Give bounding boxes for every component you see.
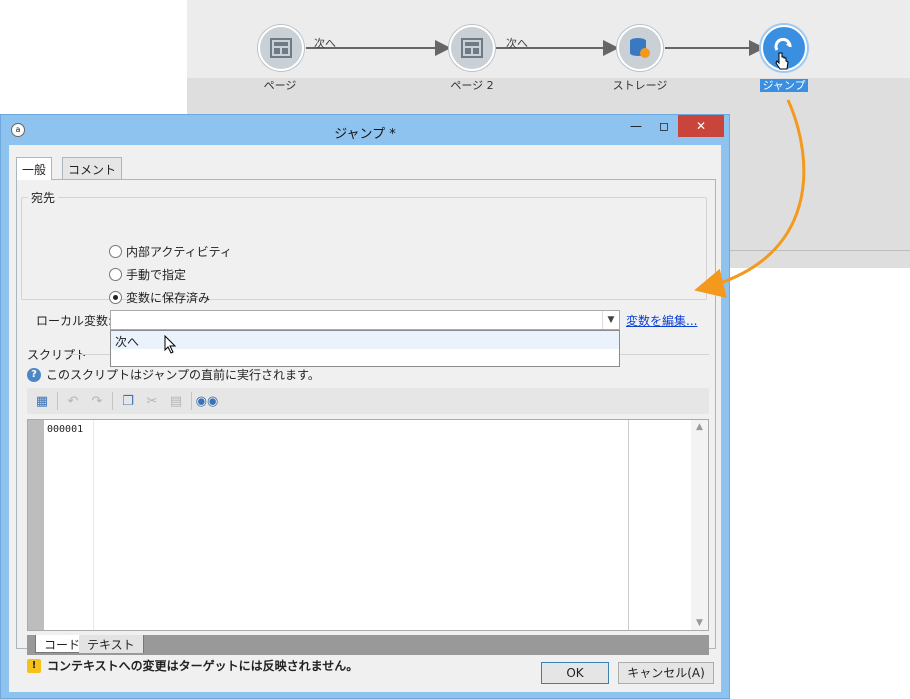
node-page-2[interactable] — [449, 25, 495, 71]
radio-button[interactable] — [109, 245, 122, 258]
radio-internal-activity[interactable]: 内部アクティビティ — [109, 243, 232, 260]
vertical-scrollbar[interactable]: ▲ ▼ — [691, 420, 708, 630]
radio-label: 変数に保存済み — [126, 291, 211, 305]
warning-icon: ! — [27, 658, 41, 673]
dropdown-option-next[interactable]: 次へ — [111, 331, 619, 349]
editor-right-margin — [628, 420, 629, 630]
tab-text[interactable]: テキスト — [79, 635, 144, 653]
edge-label: 次へ — [506, 37, 528, 50]
warning-text: コンテキストへの変更はターゲットには反映されません。 — [47, 659, 359, 673]
cut-icon[interactable]: ✂ — [143, 392, 161, 410]
find-icon[interactable]: ◉◉ — [196, 392, 219, 410]
node-label-page-2: ページ 2 — [450, 79, 494, 92]
paste-icon[interactable]: ▤ — [167, 392, 185, 410]
toolbar-separator — [57, 392, 58, 410]
scroll-up-icon[interactable]: ▲ — [691, 422, 708, 432]
radio-button[interactable] — [109, 268, 122, 281]
script-editor[interactable]: 000001 ▲ ▼ — [27, 419, 709, 631]
chevron-down-icon[interactable]: ▼ — [602, 311, 619, 329]
local-variable-combobox[interactable]: ▼ — [110, 310, 620, 330]
edge-label: 次へ — [314, 37, 336, 50]
insert-field-icon[interactable]: ▦ — [33, 392, 51, 410]
redo-icon[interactable]: ↷ — [88, 392, 106, 410]
radio-stored-in-variable[interactable]: 変数に保存済み — [109, 289, 210, 306]
radio-manual[interactable]: 手動で指定 — [109, 266, 186, 283]
destination-legend: 宛先 — [28, 189, 59, 206]
tab-comment[interactable]: コメント — [62, 157, 123, 179]
script-toolbar: ▦ ↶ ↷ ❐ ✂ ▤ ◉◉ — [27, 388, 709, 414]
radio-button-selected[interactable] — [109, 291, 122, 304]
close-button[interactable]: ✕ — [678, 115, 724, 137]
help-icon: ? — [27, 367, 41, 382]
page-icon — [461, 38, 483, 58]
node-label-page: ページ — [263, 79, 297, 92]
ok-button[interactable]: OK — [541, 662, 609, 684]
dialog-titlebar[interactable]: a ジャンプ * — ◻ ✕ — [1, 115, 729, 145]
dialog-title: ジャンプ * — [334, 127, 396, 142]
storage-icon — [630, 38, 650, 58]
local-variable-label: ローカル変数: — [36, 314, 113, 328]
edit-variables-link[interactable]: 変数を編集... — [626, 312, 697, 329]
scroll-down-icon[interactable]: ▼ — [691, 618, 708, 628]
script-info: ? このスクリプトはジャンプの直前に実行されます。 — [27, 366, 320, 383]
page-icon — [270, 38, 292, 58]
editor-mode-tabs: コード テキスト — [27, 635, 709, 655]
toolbar-separator — [191, 392, 192, 410]
dialog-client-area: 一般 コメント 宛先 内部アクティビティ 手動で指定 変数に保存済み ローカル変… — [9, 145, 721, 692]
line-number: 000001 — [44, 420, 94, 630]
toolbar-separator — [112, 392, 113, 410]
node-storage[interactable] — [617, 25, 663, 71]
context-warning: ! コンテキストへの変更はターゲットには反映されません。 — [27, 657, 358, 674]
local-variable-dropdown: 次へ — [110, 330, 620, 367]
minimize-button[interactable]: — — [621, 115, 651, 137]
node-page[interactable] — [258, 25, 304, 71]
cancel-button[interactable]: キャンセル(A) — [618, 662, 714, 684]
radio-label: 内部アクティビティ — [126, 245, 232, 259]
node-label-jump: ジャンプ — [760, 79, 808, 92]
editor-gutter — [28, 420, 44, 630]
script-info-text: このスクリプトはジャンプの直前に実行されます。 — [46, 368, 320, 382]
undo-icon[interactable]: ↶ — [64, 392, 82, 410]
jump-dialog: a ジャンプ * — ◻ ✕ 一般 コメント 宛先 内部アクティビティ 手動で指… — [0, 114, 730, 699]
tab-general[interactable]: 一般 — [16, 157, 53, 180]
maximize-button[interactable]: ◻ — [649, 115, 679, 137]
node-label-storage: ストレージ — [612, 79, 668, 92]
copy-icon[interactable]: ❐ — [119, 392, 137, 410]
hand-cursor-icon — [775, 52, 789, 70]
mouse-pointer-icon — [164, 335, 177, 354]
radio-label: 手動で指定 — [126, 268, 187, 282]
